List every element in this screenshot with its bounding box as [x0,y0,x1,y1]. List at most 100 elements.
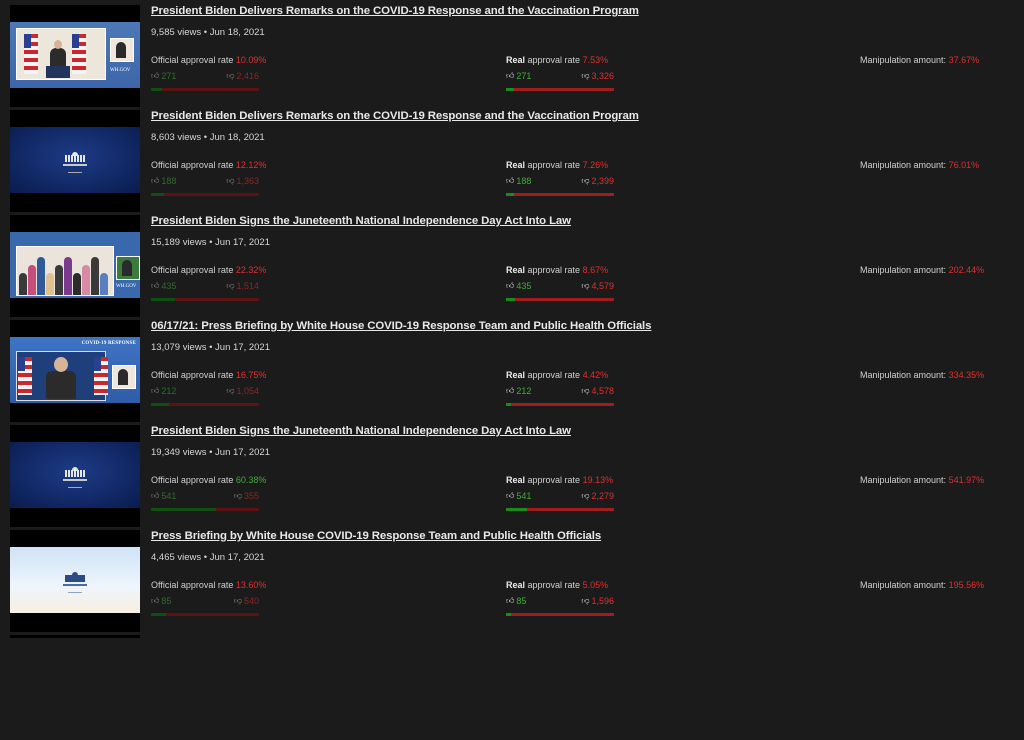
real-dislikes: 👎︎ 3,326 [581,71,614,81]
video-thumbnail[interactable]: WH.GOV [10,232,140,298]
white-house-icon [65,572,85,582]
thumbs-up-icon: 👍︎ [151,176,160,185]
video-thumbnail[interactable]: COVID-19 RESPONSE [10,337,140,403]
real-likes: 👍︎ 271 [506,71,532,81]
official-ratio-fill [151,193,164,196]
manipulation-amount: Manipulation amount: 37.67% [860,55,979,65]
video-thumbnail[interactable] [10,547,140,613]
video-thumbnail-frame[interactable]: WH.GOV [10,5,140,107]
official-approval-value: 13.60% [235,580,267,590]
official-approval-value: 10.09% [235,55,267,65]
official-approval-value: 60.38% [235,475,267,485]
real-like-stats: 👍︎ 271 👎︎ 3,326 [506,71,614,91]
video-row: President Biden Delivers Remarks on the … [0,110,1024,215]
real-label: Real [506,55,526,65]
thumbs-down-icon: 👎︎ [581,596,590,605]
real-likes: 👍︎ 85 [506,596,527,606]
real-ratio-fill [506,508,527,511]
official-like-stats: 👍︎ 188 👎︎ 1,363 [151,176,259,196]
official-approval-label: Official approval rate [151,475,234,485]
manipulation-label: Manipulation amount: [860,55,947,65]
manipulation-label: Manipulation amount: [860,160,947,170]
official-ratio-fill [151,508,216,511]
real-ratio-fill [506,298,516,301]
thumbs-up-icon: 👍︎ [506,596,515,605]
official-approval-label: Official approval rate [151,370,234,380]
real-like-stats: 👍︎ 212 👎︎ 4,578 [506,386,614,406]
real-approval-label: approval rate [525,265,581,275]
real-approval-rate: Real approval rate 5.05% [506,580,608,590]
thumbs-up-icon: 👍︎ [506,386,515,395]
video-meta: 9,585 views • Jun 18, 2021 [151,27,265,38]
video-title-link[interactable]: President Biden Delivers Remarks on the … [151,110,639,122]
real-likes: 👍︎ 435 [506,281,532,291]
official-approval-value: 16.75% [235,370,267,380]
thumbs-up-icon: 👍︎ [506,176,515,185]
video-title-link[interactable]: Press Briefing by White House COVID-19 R… [151,530,601,542]
manipulation-amount: Manipulation amount: 334.35% [860,370,984,380]
thumbs-down-icon: 👎︎ [581,71,590,80]
official-ratio-fill [151,613,167,616]
manipulation-amount: Manipulation amount: 541.97% [860,475,984,485]
official-approval-value: 22.32% [235,265,267,275]
official-like-stats: 👍︎ 85 👎︎ 540 [151,596,259,616]
official-dislikes: 👎︎ 355 [233,491,259,501]
real-approval-value: 19.13% [582,475,614,485]
manipulation-value: 76.01% [948,160,980,170]
video-thumbnail-frame[interactable] [10,110,140,212]
official-ratio-fill [151,88,162,91]
official-approval-label: Official approval rate [151,265,234,275]
real-approval-rate: Real approval rate 7.53% [506,55,608,65]
official-approval-label: Official approval rate [151,55,234,65]
real-approval-value: 7.53% [582,55,609,65]
video-thumbnail-frame[interactable] [10,530,140,632]
manipulation-label: Manipulation amount: [860,580,947,590]
video-row: COVID-19 RESPONSE 06/17/21: Press Briefin… [0,320,1024,425]
video-thumbnail[interactable]: WH.GOV [10,22,140,88]
video-title-link[interactable]: President Biden Delivers Remarks on the … [151,5,639,17]
real-dislikes: 👎︎ 4,579 [581,281,614,291]
thumbs-down-icon: 👎︎ [226,71,235,80]
real-approval-rate: Real approval rate 19.13% [506,475,613,485]
real-dislikes: 👎︎ 2,279 [581,491,614,501]
official-like-stats: 👍︎ 271 👎︎ 2,416 [151,71,259,91]
manipulation-label: Manipulation amount: [860,370,947,380]
thumbs-up-icon: 👍︎ [151,491,160,500]
video-thumbnail[interactable] [10,127,140,193]
real-approval-value: 5.05% [582,580,609,590]
manipulation-value: 202.44% [948,265,985,275]
official-like-stats: 👍︎ 541 👎︎ 355 [151,491,259,511]
real-label: Real [506,475,526,485]
manipulation-amount: Manipulation amount: 76.01% [860,160,979,170]
official-approval-rate: Official approval rate 16.75% [151,370,266,380]
real-dislikes: 👎︎ 2,399 [581,176,614,186]
official-ratio-fill [151,298,175,301]
real-approval-value: 4.42% [582,370,609,380]
real-dislikes: 👎︎ 4,578 [581,386,614,396]
official-approval-rate: Official approval rate 12.12% [151,160,266,170]
video-thumbnail[interactable] [10,442,140,508]
official-dislikes: 👎︎ 1,363 [226,176,259,186]
video-row: Press Briefing by White House COVID-19 R… [0,530,1024,635]
thumbs-up-icon: 👍︎ [506,491,515,500]
video-thumbnail-frame[interactable] [10,425,140,527]
thumbs-down-icon: 👎︎ [226,386,235,395]
official-approval-rate: Official approval rate 13.60% [151,580,266,590]
video-title-link[interactable]: 06/17/21: Press Briefing by White House … [151,320,651,332]
video-title-link[interactable]: President Biden Signs the Juneteenth Nat… [151,425,571,437]
real-like-stats: 👍︎ 85 👎︎ 1,596 [506,596,614,616]
real-approval-rate: Real approval rate 8.67% [506,265,608,275]
official-likes: 👍︎ 271 [151,71,177,81]
real-ratio-bar [506,88,614,91]
video-title-link[interactable]: President Biden Signs the Juneteenth Nat… [151,215,571,227]
official-ratio-bar [151,508,259,511]
manipulation-amount: Manipulation amount: 202.44% [860,265,984,275]
video-thumbnail-frame[interactable]: WH.GOV [10,215,140,317]
official-likes: 👍︎ 541 [151,491,177,501]
video-meta: 4,465 views • Jun 17, 2021 [151,552,265,563]
real-approval-label: approval rate [525,160,581,170]
real-approval-rate: Real approval rate 7.26% [506,160,608,170]
thumbs-down-icon: 👎︎ [226,281,235,290]
video-thumbnail-frame[interactable]: COVID-19 RESPONSE [10,320,140,422]
real-ratio-fill [506,613,512,616]
